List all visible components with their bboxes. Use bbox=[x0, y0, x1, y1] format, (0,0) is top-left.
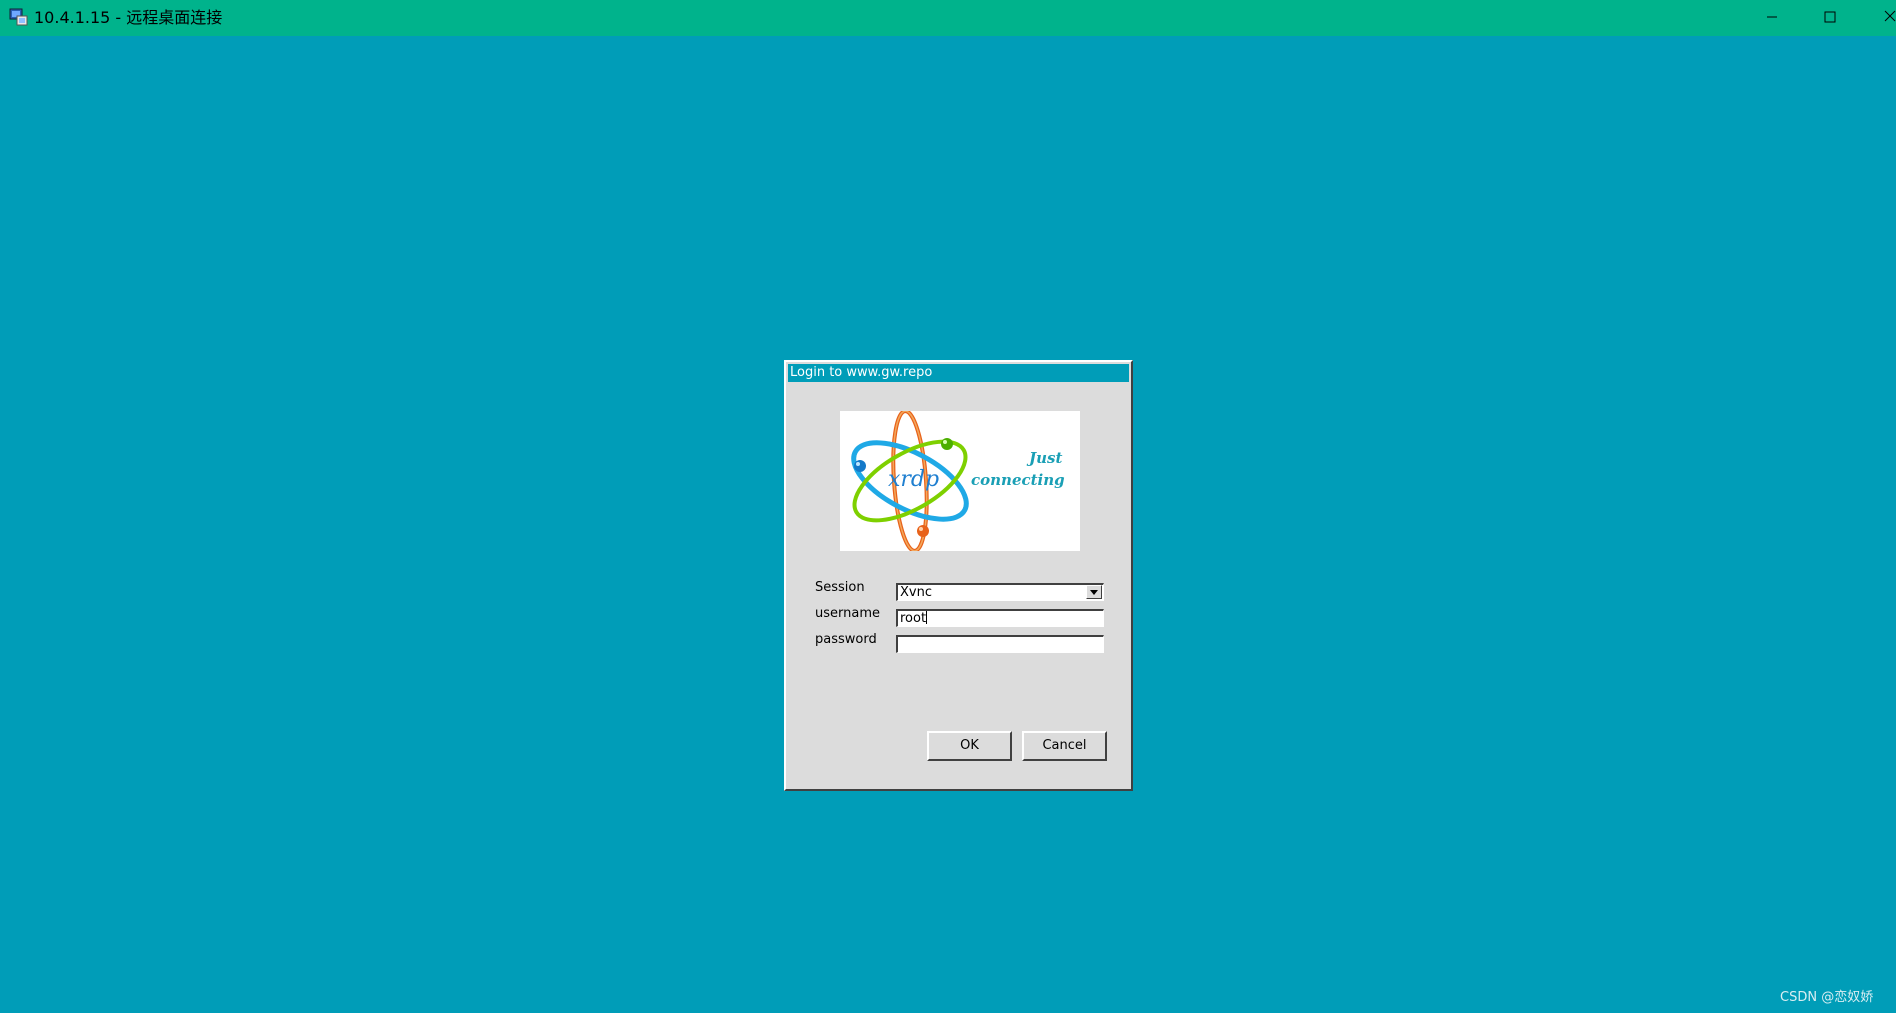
login-dialog: Login to www.gw.repo xrdp Just connectin… bbox=[784, 360, 1133, 791]
password-field[interactable] bbox=[896, 635, 1104, 653]
close-button[interactable] bbox=[1859, 0, 1896, 36]
xrdp-logo: xrdp Just connecting bbox=[840, 409, 1080, 553]
minimize-button[interactable] bbox=[1743, 0, 1801, 36]
session-select[interactable]: Xvnc bbox=[896, 583, 1104, 601]
cancel-button[interactable]: Cancel bbox=[1022, 731, 1107, 761]
window-title: 10.4.1.15 - 远程桌面连接 bbox=[34, 8, 223, 27]
logo-tagline-2: connecting bbox=[971, 471, 1065, 489]
logo-tagline-1: Just bbox=[1029, 449, 1063, 467]
minimize-icon bbox=[1767, 16, 1777, 18]
maximize-icon bbox=[1824, 11, 1836, 23]
session-value: Xvnc bbox=[900, 585, 932, 600]
text-cursor bbox=[926, 611, 928, 624]
username-field[interactable]: root bbox=[896, 609, 1104, 627]
session-label: Session bbox=[815, 580, 865, 595]
close-icon bbox=[1884, 10, 1896, 22]
logo-brand: xrdp bbox=[888, 467, 940, 492]
chevron-down-icon[interactable] bbox=[1086, 585, 1102, 599]
window-titlebar[interactable]: 10.4.1.15 - 远程桌面连接 bbox=[0, 0, 1896, 36]
csdn-watermark: CSDN @恋奴娇 bbox=[1780, 990, 1874, 1005]
password-label: password bbox=[815, 632, 877, 647]
dialog-title: Login to www.gw.repo bbox=[788, 364, 1129, 382]
username-label: username bbox=[815, 606, 880, 621]
username-value: root bbox=[900, 611, 927, 626]
remote-desktop-icon bbox=[9, 8, 28, 26]
maximize-button[interactable] bbox=[1801, 0, 1859, 36]
ok-button[interactable]: OK bbox=[927, 731, 1012, 761]
